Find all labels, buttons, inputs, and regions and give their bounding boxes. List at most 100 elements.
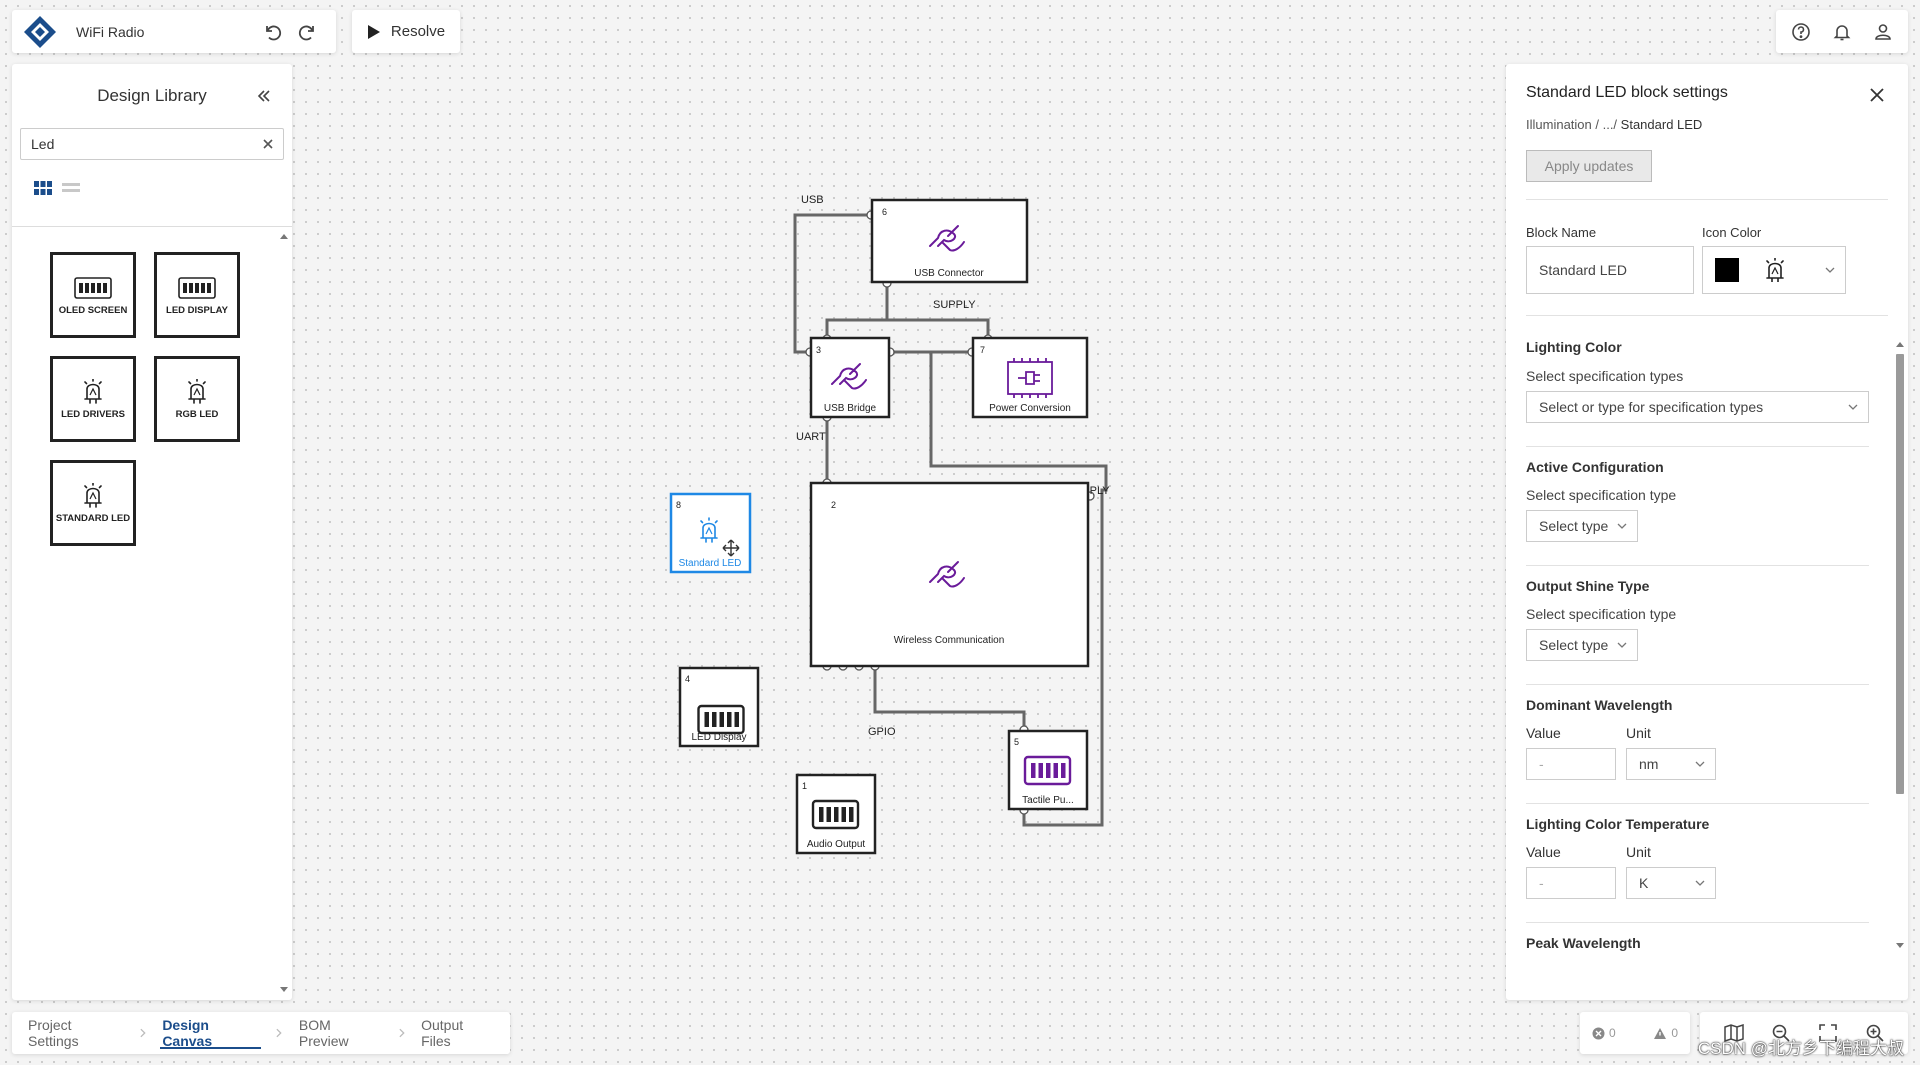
workflow-tabs: Project Settings Design Canvas BOM Previ… [12,1012,510,1054]
color-temperature-value-input[interactable]: - [1526,867,1616,899]
watermark: CSDN @北方乡下编程大叔 [1697,1039,1904,1058]
library-item-standard-led[interactable]: STANDARD LED [50,460,136,546]
error-icon [1592,1027,1605,1039]
divider [1526,199,1888,200]
unit-label: Unit [1626,844,1651,860]
tab-output-files[interactable]: Output Files [419,1012,496,1054]
top-right-toolbar [1776,10,1908,53]
divider [1526,922,1869,923]
block-settings-panel: Standard LED block settings Illumination… [1506,64,1908,1000]
active-config-title: Active Configuration [1526,459,1664,475]
block-tactile-push[interactable]: 5 Tactile Pu... [1007,729,1089,811]
color-temperature-unit-select[interactable]: K [1626,867,1716,899]
library-item-label: RGB LED [175,408,219,420]
chevron-down-icon [1695,761,1705,767]
active-config-value: Select type [1539,518,1609,534]
library-scrollbar[interactable] [278,230,290,996]
close-icon[interactable] [1866,84,1888,106]
divider [1526,315,1888,316]
tab-project-settings[interactable]: Project Settings [26,1012,125,1054]
active-config-select[interactable]: Select type [1526,510,1638,542]
output-shine-select[interactable]: Select type [1526,629,1638,661]
block-label: Wireless Communication [894,635,1005,646]
block-label: USB Bridge [824,403,877,414]
net-label-gpio: GPIO [868,726,896,738]
dominant-wavelength-value-input[interactable]: - [1526,748,1616,780]
lighting-color-placeholder: Select or type for specification types [1539,399,1764,415]
block-led-display[interactable]: 4 LED Display [678,666,760,748]
lighting-color-select[interactable]: Select or type for specification types [1526,391,1869,423]
dominant-wavelength-unit-select[interactable]: nm [1626,748,1716,780]
block-power-conversion[interactable]: 7 Power Conversion [971,336,1089,419]
error-counter[interactable]: 0 [1592,1026,1616,1040]
breadcrumb-path: Illumination / .../ [1526,117,1618,132]
error-count: 0 [1609,1026,1616,1040]
block-number: 8 [676,500,681,510]
help-icon[interactable] [1784,15,1818,49]
scrollbar-thumb[interactable] [1896,354,1904,794]
list-view-icon[interactable] [62,179,80,197]
scroll-down-icon[interactable] [1896,943,1904,948]
library-item-led-display[interactable]: LED DISPLAY [154,252,240,338]
block-label: Audio Output [807,839,866,850]
block-name-input[interactable]: Standard LED [1526,246,1694,294]
diamond-logo-icon[interactable] [22,14,58,50]
unit-value: K [1639,875,1649,891]
warning-counter[interactable]: 0 [1653,1026,1678,1040]
block-standard-led[interactable]: 8 Standard LED [669,492,752,574]
chevron-right-icon [276,1028,282,1038]
net-label-supply: SUPPLY [933,299,976,311]
net-label-uart: UART [796,431,826,443]
breadcrumb: Illumination / .../ Standard LED [1526,117,1702,132]
value-label: Value [1526,844,1561,860]
divider [1526,446,1869,447]
block-number: 5 [1014,737,1019,747]
led-icon [1765,258,1785,282]
dominant-wavelength-title: Dominant Wavelength [1526,697,1673,713]
block-label: Tactile Pu... [1022,795,1074,806]
icon-color-label: Icon Color [1702,225,1762,240]
redo-icon[interactable] [290,14,326,50]
library-item-oled-screen[interactable]: OLED SCREEN [50,252,136,338]
net-label-usb: USB [801,194,824,206]
chevron-down-icon [1695,880,1705,886]
bell-icon[interactable] [1825,15,1859,49]
icon-color-picker[interactable] [1702,246,1846,294]
breadcrumb-current: Standard LED [1617,117,1703,132]
block-audio-output[interactable]: 1 Audio Output [795,773,877,855]
resolve-button[interactable]: Resolve [352,10,460,53]
issue-counters[interactable]: 0 0 [1580,1012,1690,1054]
block-number: 3 [816,345,821,355]
block-usb-connector[interactable]: 6 USB Connector [870,198,1029,284]
library-item-label: OLED SCREEN [58,304,128,316]
lighting-color-title: Lighting Color [1526,339,1622,355]
tab-design-canvas[interactable]: Design Canvas [160,1012,262,1054]
settings-scrollbar[interactable] [1894,340,1904,950]
chevron-down-icon [1848,404,1858,410]
unit-value: nm [1639,756,1659,772]
color-swatch [1715,258,1739,282]
scroll-up-icon[interactable] [280,234,288,239]
tab-bom-preview[interactable]: BOM Preview [297,1012,384,1054]
undo-icon[interactable] [254,14,290,50]
display-chip-icon [178,276,216,299]
led-icon [84,378,102,404]
library-item-led-drivers[interactable]: LED DRIVERS [50,356,136,442]
user-icon[interactable] [1866,15,1900,49]
warning-icon [1654,1027,1667,1039]
apply-updates-button[interactable]: Apply updates [1526,150,1652,182]
unit-label: Unit [1626,725,1651,741]
library-item-rgb-led[interactable]: RGB LED [154,356,240,442]
chevrons-left-icon[interactable] [254,86,274,106]
block-wireless-communication[interactable]: 2 Wireless Communication [809,481,1090,668]
close-icon[interactable] [261,137,275,151]
grid-view-icon[interactable] [34,179,52,197]
library-item-label: STANDARD LED [55,512,131,524]
scroll-up-icon[interactable] [1896,342,1904,347]
block-usb-bridge[interactable]: 3 USB Bridge [809,336,891,419]
library-search-input[interactable] [31,136,251,152]
block-label: Standard LED [679,558,742,569]
output-shine-value: Select type [1539,637,1609,653]
scroll-down-icon[interactable] [280,987,288,992]
chevron-down-icon [1825,267,1835,273]
